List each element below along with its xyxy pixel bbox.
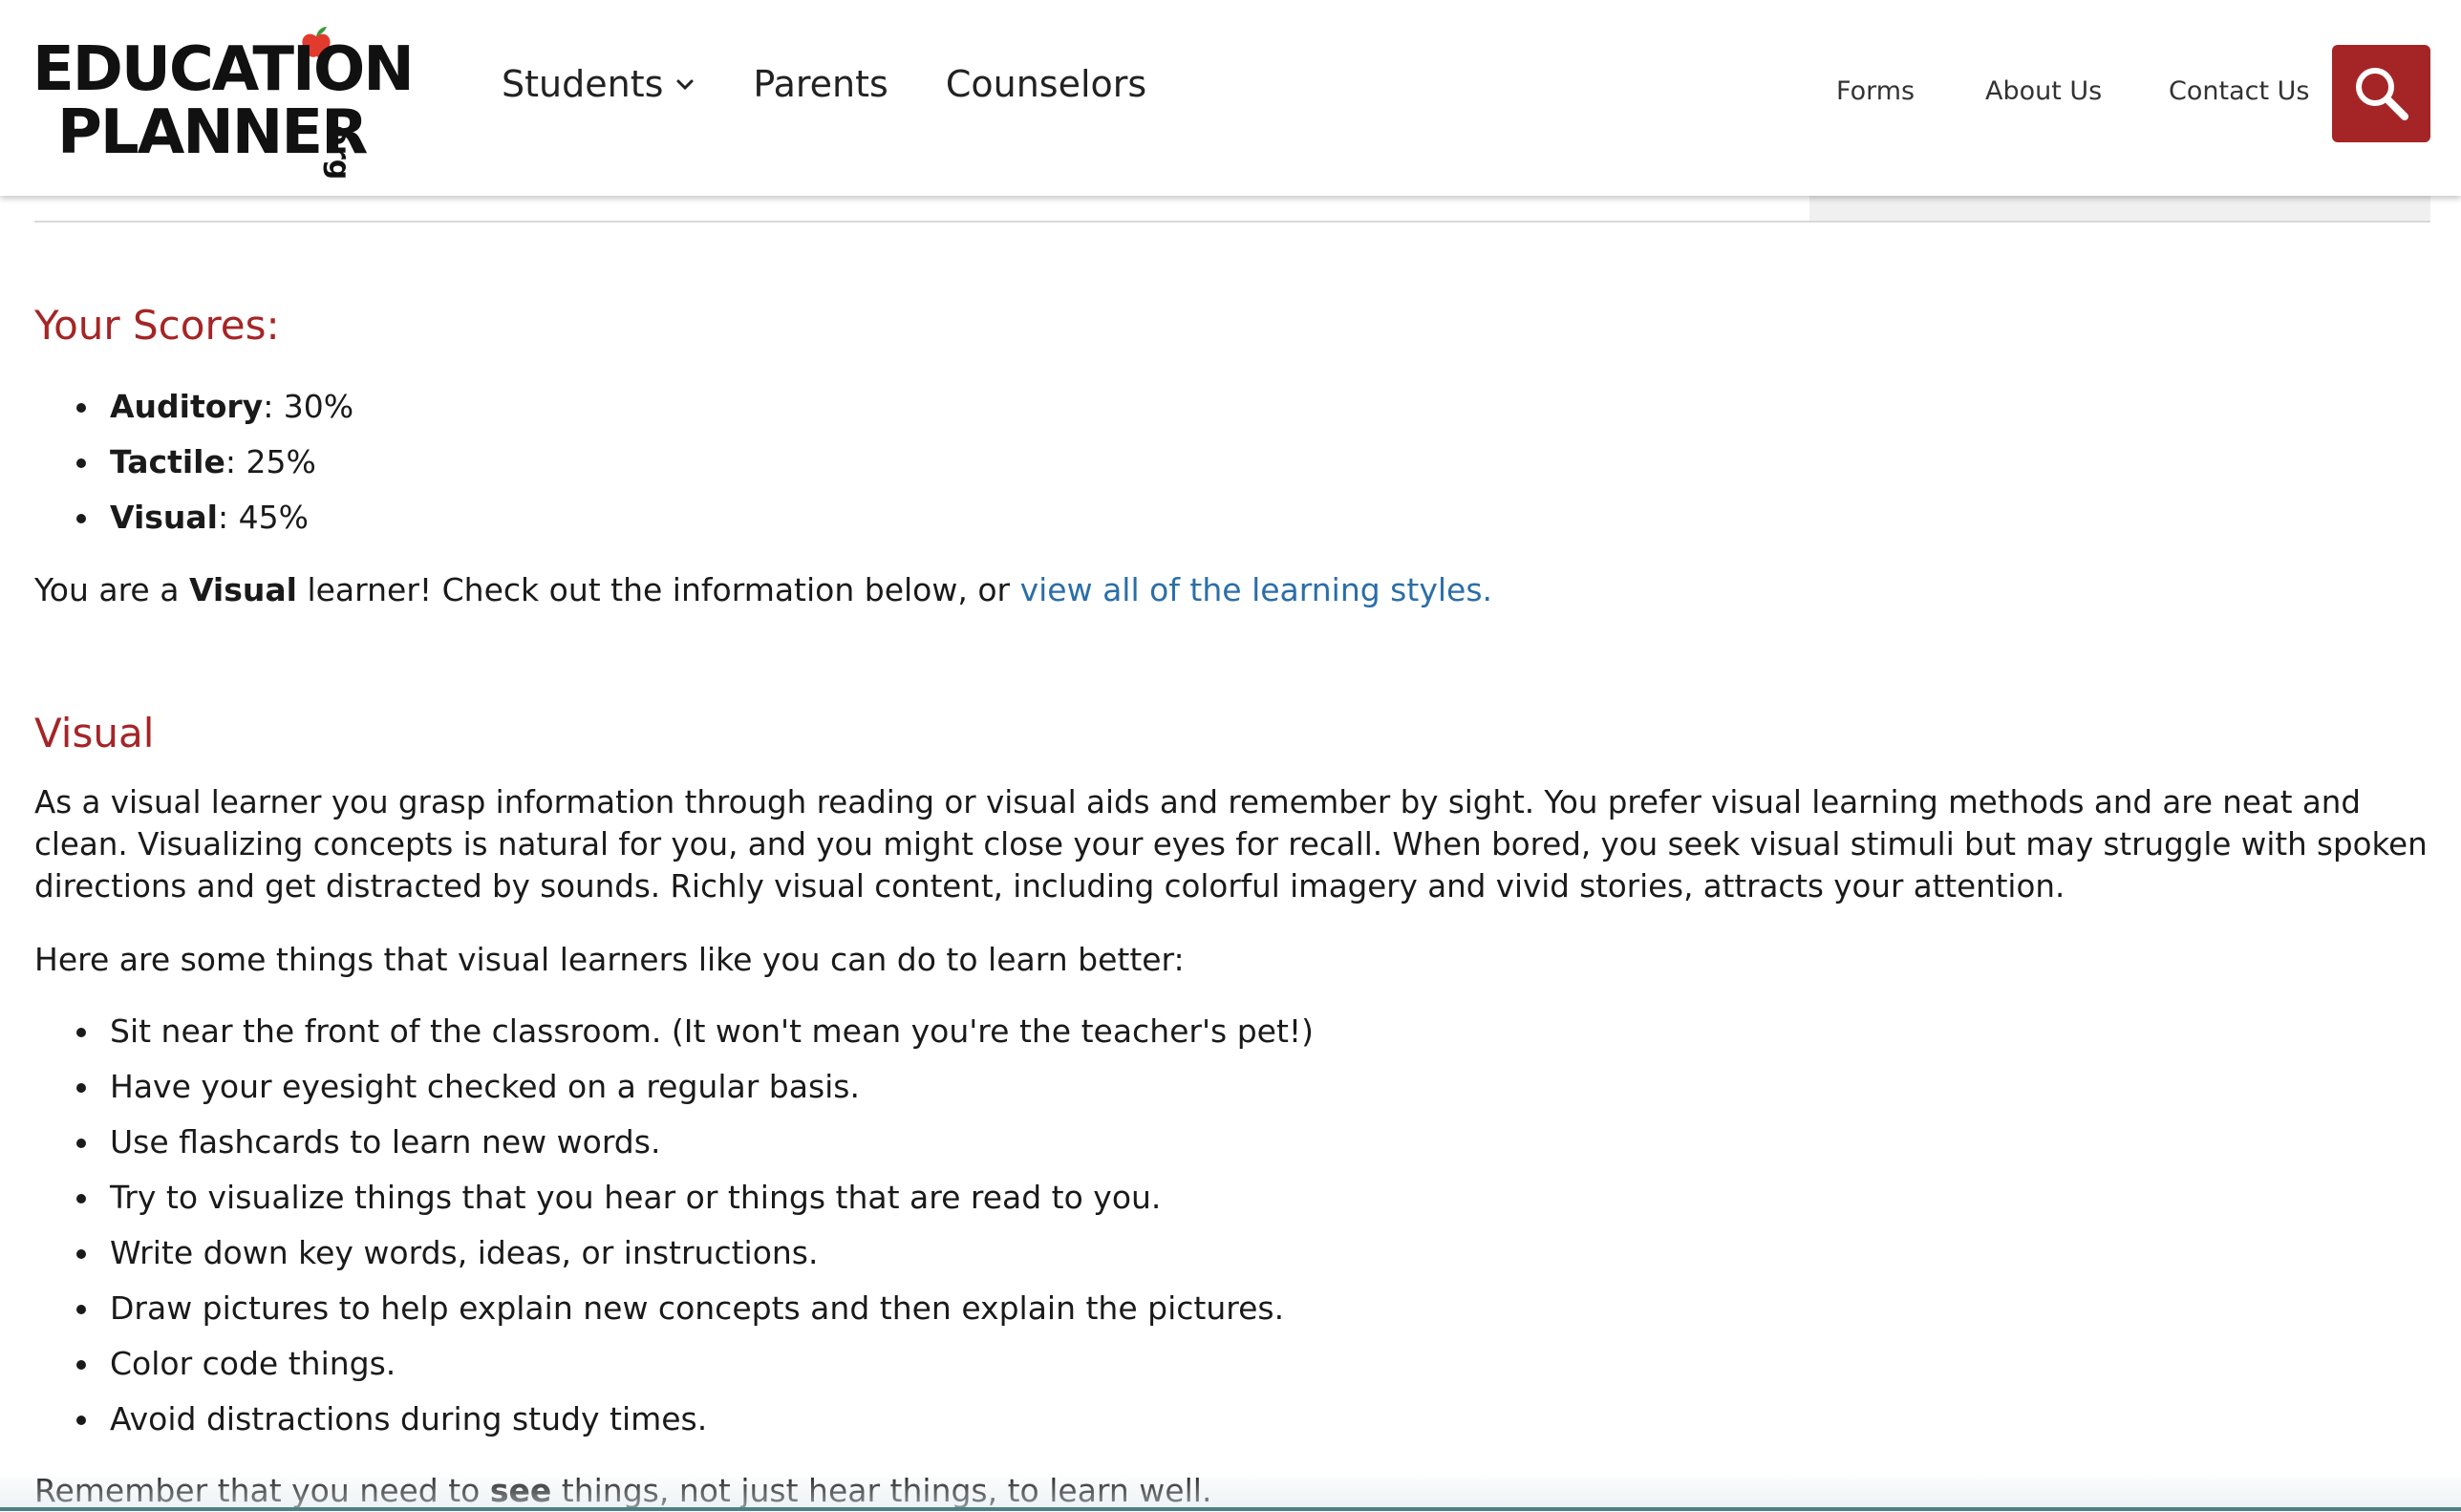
score-item-tactile: Tactile: 25%	[34, 435, 353, 490]
list-item: Draw pictures to help explain new concep…	[34, 1281, 1314, 1336]
nav-counselors-label: Counselors	[945, 63, 1147, 105]
list-item: Avoid distractions during study times.	[34, 1392, 1314, 1447]
result-middle: learner! Check out the information below…	[296, 571, 1020, 608]
nav-counselors[interactable]: Counselors	[946, 63, 1146, 105]
logo-text-planner: PLANNER	[57, 97, 368, 168]
nav-students[interactable]: Students	[502, 63, 696, 105]
nav-parents[interactable]: Parents	[753, 63, 888, 105]
score-label: Visual	[110, 499, 218, 536]
score-item-visual: Visual: 45%	[34, 490, 353, 545]
result-sentence: You are a Visual learner! Check out the …	[34, 569, 1492, 611]
tips-intro: Here are some things that visual learner…	[34, 941, 1185, 978]
score-value: : 25%	[225, 443, 316, 480]
search-button[interactable]	[2332, 45, 2430, 142]
result-prefix: You are a	[34, 571, 189, 608]
nav-forms[interactable]: Forms	[1836, 76, 1915, 106]
logo-text-education: EDUCATION	[32, 34, 415, 105]
closing-emphasis: see	[489, 1472, 552, 1509]
window-bottom-edge	[0, 1507, 2461, 1511]
list-item: Color code things.	[34, 1336, 1314, 1392]
scores-heading: Your Scores:	[34, 302, 280, 349]
sidebar-shade	[1809, 196, 2430, 221]
nav-students-label: Students	[502, 63, 664, 105]
score-value: : 30%	[263, 388, 354, 425]
score-label: Auditory	[110, 388, 264, 425]
nav-contact-us[interactable]: Contact Us	[2169, 76, 2309, 106]
list-item: Try to visualize things that you hear or…	[34, 1170, 1314, 1225]
logo-text-org: .org	[322, 115, 355, 181]
tips-list: Sit near the front of the classroom. (It…	[34, 1004, 1314, 1447]
score-value: : 45%	[218, 499, 309, 536]
scores-list: Auditory: 30% Tactile: 25% Visual: 45%	[34, 379, 353, 545]
list-item: Have your eyesight checked on a regular …	[34, 1059, 1314, 1115]
list-item: Use flashcards to learn new words.	[34, 1115, 1314, 1170]
result-style: Visual	[188, 571, 297, 608]
score-label: Tactile	[110, 443, 225, 480]
learning-styles-link[interactable]: view all of the learning styles.	[1020, 571, 1492, 608]
chevron-down-icon	[676, 79, 694, 91]
nav-about-us[interactable]: About Us	[1985, 76, 2102, 106]
nav-parents-label: Parents	[753, 63, 888, 105]
closing-sentence: Remember that you need to see things, no…	[34, 1470, 1211, 1512]
visual-description: As a visual learner you grasp informatio…	[34, 784, 2428, 905]
visual-heading: Visual	[34, 710, 155, 756]
list-item: Write down key words, ideas, or instruct…	[34, 1225, 1314, 1281]
education-planner-logo[interactable]: EDUCATION PLANNER .org	[32, 25, 415, 180]
closing-suffix: things, not just hear things, to learn w…	[551, 1472, 1212, 1509]
closing-prefix: Remember that you need to	[34, 1472, 490, 1509]
site-header: EDUCATION PLANNER .org Students Parents …	[0, 0, 2461, 196]
list-item: Sit near the front of the classroom. (It…	[34, 1004, 1314, 1059]
primary-nav: Students Parents Counselors	[502, 63, 1204, 105]
search-icon	[2355, 68, 2408, 120]
divider	[34, 221, 2430, 223]
score-item-auditory: Auditory: 30%	[34, 379, 353, 435]
